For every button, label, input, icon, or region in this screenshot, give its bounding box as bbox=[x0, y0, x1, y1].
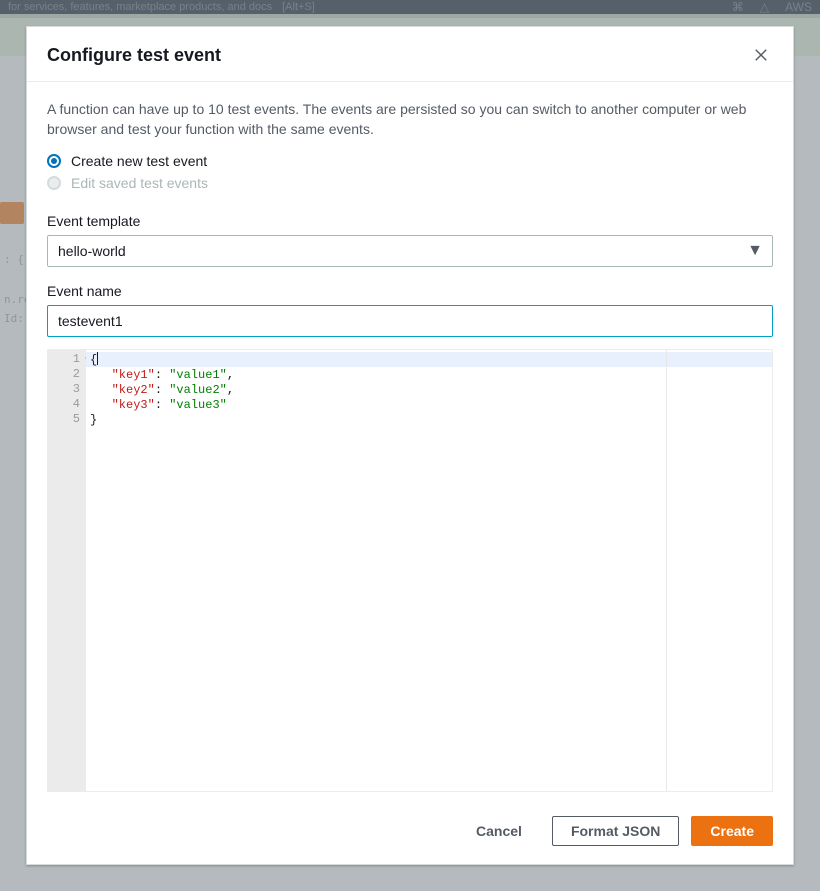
close-button[interactable] bbox=[749, 43, 773, 67]
modal-header: Configure test event bbox=[27, 27, 793, 82]
close-icon bbox=[754, 48, 768, 62]
event-name-input[interactable] bbox=[47, 305, 773, 337]
radio-create-new[interactable]: Create new test event bbox=[47, 153, 773, 169]
event-template-label: Event template bbox=[47, 213, 773, 229]
radio-icon bbox=[47, 154, 61, 168]
cancel-button[interactable]: Cancel bbox=[458, 816, 540, 846]
event-mode-radio-group: Create new test event Edit saved test ev… bbox=[47, 153, 773, 197]
event-json-editor[interactable]: 1▾ 2 3 4 5 { "key1": "value1", "key2": "… bbox=[47, 349, 773, 792]
event-name-label: Event name bbox=[47, 283, 773, 299]
configure-test-event-modal: Configure test event A function can have… bbox=[26, 26, 794, 865]
radio-icon bbox=[47, 176, 61, 190]
radio-label: Create new test event bbox=[71, 153, 207, 169]
editor-content: { "key1": "value1", "key2": "value2", "k… bbox=[86, 350, 772, 430]
format-json-button[interactable]: Format JSON bbox=[552, 816, 679, 846]
event-template-select[interactable]: hello-world bbox=[47, 235, 773, 267]
modal-footer: Cancel Format JSON Create bbox=[27, 802, 793, 864]
event-template-value: hello-world bbox=[58, 243, 126, 259]
create-button[interactable]: Create bbox=[691, 816, 773, 846]
editor-gutter: 1▾ 2 3 4 5 bbox=[48, 350, 86, 791]
radio-label: Edit saved test events bbox=[71, 175, 208, 191]
modal-title: Configure test event bbox=[47, 45, 221, 66]
radio-edit-saved: Edit saved test events bbox=[47, 175, 773, 191]
modal-description: A function can have up to 10 test events… bbox=[47, 100, 773, 139]
